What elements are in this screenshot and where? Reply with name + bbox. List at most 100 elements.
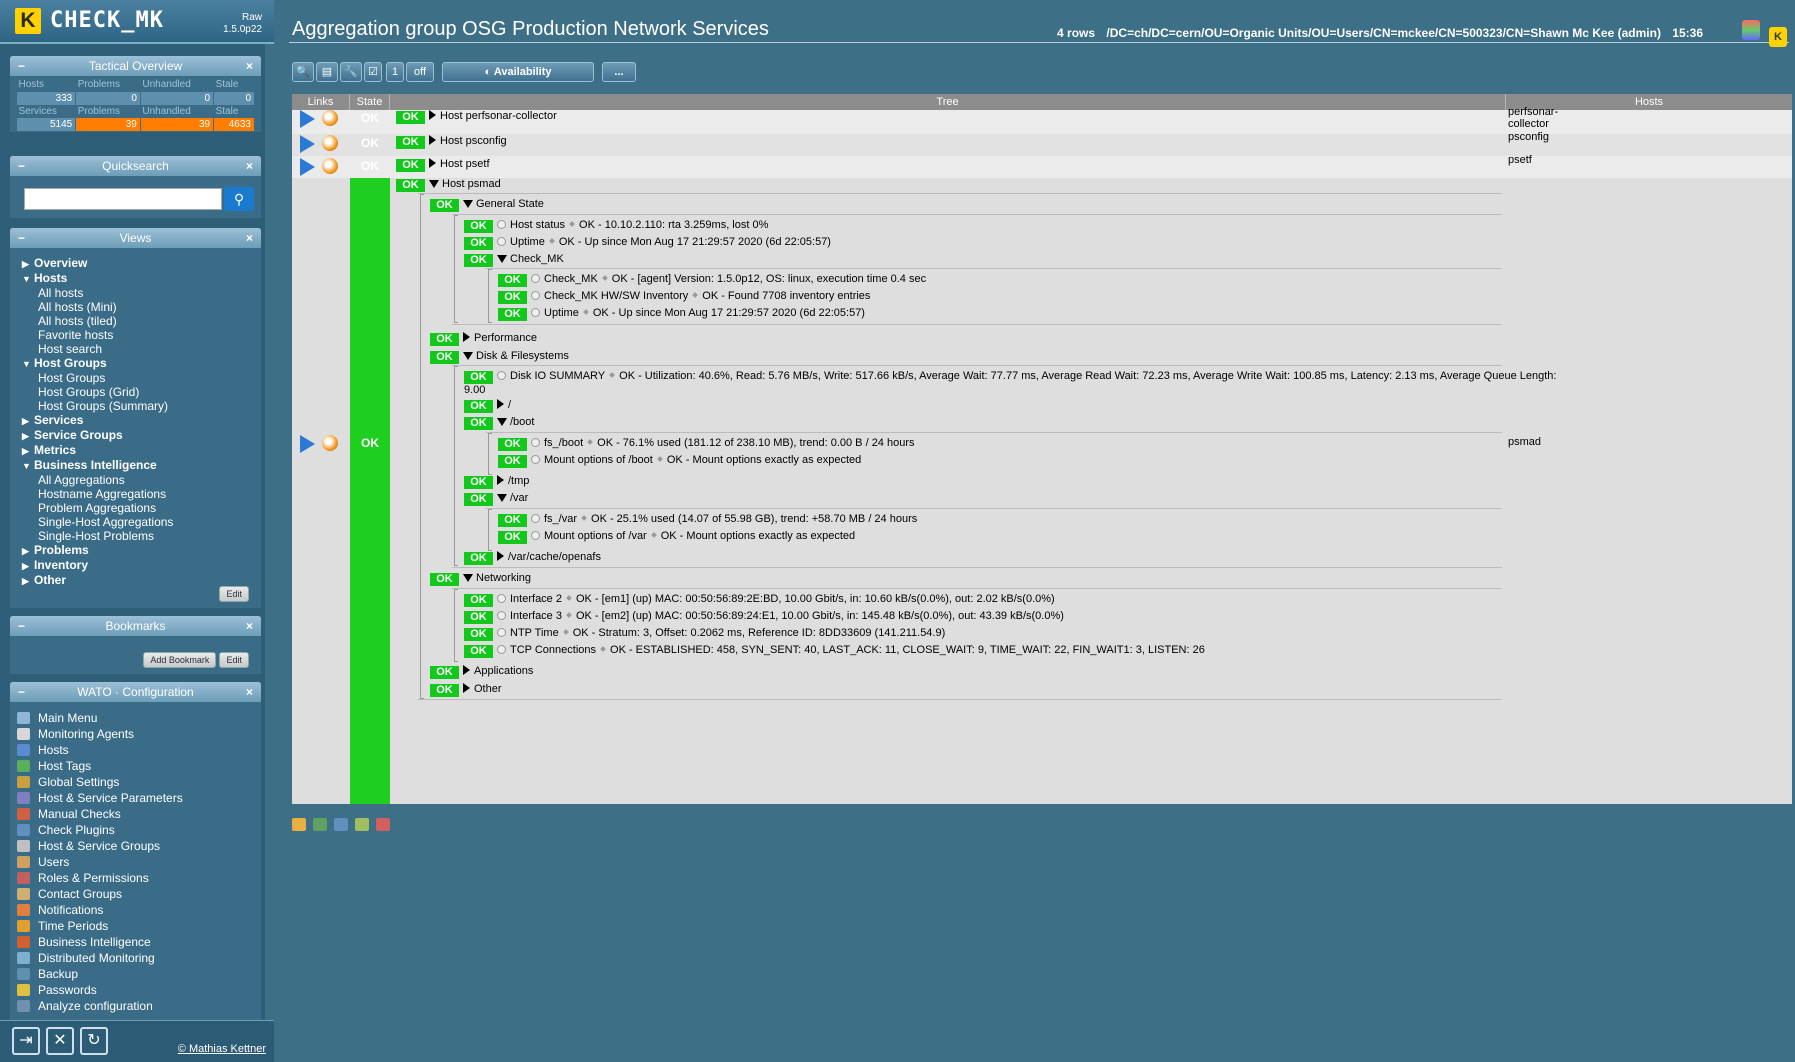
expanded-triangle-icon[interactable] [429,180,439,188]
views-item[interactable]: Single-Host Problems [22,529,249,543]
tree-leaf[interactable]: Interface 2 OK - [em1] (up) MAC: 00:50:56… [497,593,1055,605]
wato-menu-item[interactable]: Users [14,854,257,870]
tree-leaf[interactable]: Mount options of /var OK - Mount options … [531,530,855,542]
state-badge[interactable]: OK [498,291,527,304]
tree-node[interactable]: Applications [463,665,533,677]
tree-label[interactable]: Host psmad [442,178,501,190]
collapsed-triangle-icon[interactable] [497,551,504,561]
close-icon[interactable]: × [246,682,253,702]
expanded-triangle-icon[interactable] [497,255,507,263]
collapsed-triangle-icon[interactable] [429,135,436,145]
state-badge[interactable]: OK [464,645,493,658]
wato-header[interactable]: − WATO · Configuration × [10,682,261,702]
collapsed-triangle-icon[interactable]: ▶ [22,257,34,271]
wato-menu-item[interactable]: Distributed Monitoring [14,950,257,966]
tree-label[interactable]: Host psconfig [440,135,507,147]
views-group[interactable]: ▶ Metrics [22,443,249,458]
views-item[interactable]: Host Groups (Grid) [22,385,249,399]
state-badge[interactable]: OK [498,308,527,321]
wato-menu-item[interactable]: Business Intelligence [14,934,257,950]
views-group[interactable]: ▶ Inventory [22,558,249,573]
views-header[interactable]: − Views × [10,228,261,248]
collapsed-triangle-icon[interactable] [497,399,504,409]
state-badge[interactable]: OK [396,159,425,172]
wato-menu-item[interactable]: Host Tags [14,758,257,774]
state-badge[interactable]: OK [396,111,425,124]
wrench-icon[interactable]: 🔧 [340,62,362,82]
collapsed-triangle-icon[interactable]: ▶ [22,414,34,428]
collapsed-triangle-icon[interactable] [497,475,504,485]
wato-menu-item[interactable]: Roles & Permissions [14,870,257,886]
collapsed-triangle-icon[interactable]: ▶ [22,544,34,558]
tree-label[interactable]: Host psetf [440,158,490,170]
tree-label[interactable]: Networking [476,572,531,584]
col-state[interactable]: State [350,94,390,110]
state-badge[interactable]: OK [430,573,459,586]
views-item[interactable]: Host search [22,342,249,356]
views-item[interactable]: Hostname Aggregations [22,487,249,501]
tree-label[interactable]: Performance [474,332,537,344]
tree-label[interactable]: Check_MK [510,253,564,265]
tree-leaf[interactable]: fs_/boot OK - 76.1% used (181.12 of 238.1… [531,437,915,449]
tree-node[interactable]: Host psetf [429,158,490,170]
export-python-icon[interactable] [334,818,349,831]
state-badge[interactable]: OK [464,417,493,430]
sidebar-toggle-icon[interactable]: ⇥ [12,1027,40,1055]
tree-node[interactable]: /var/cache/openafs [497,551,601,563]
service-stale-count[interactable]: 4633 [213,116,255,132]
collapsed-triangle-icon[interactable]: ▶ [22,574,34,588]
state-badge[interactable]: OK [464,476,493,489]
tree-label[interactable]: / [508,399,511,411]
collapsed-triangle-icon[interactable] [463,683,470,693]
hosts-count[interactable]: 333 [15,90,77,106]
views-group[interactable]: ▼ Hosts [22,271,249,286]
wato-menu-item[interactable]: Main Menu [14,710,257,726]
expanded-triangle-icon[interactable] [463,352,473,360]
wato-menu-item[interactable]: Monitoring Agents [14,726,257,742]
tree-label[interactable]: /var [510,492,528,504]
views-item[interactable]: Problem Aggregations [22,501,249,515]
expanded-triangle-icon[interactable] [497,418,507,426]
host-unhandled-count[interactable]: 0 [139,90,215,106]
tree-node[interactable]: Host perfsonar-collector [429,110,557,122]
refresh-toggle[interactable]: off [406,62,434,82]
state-badge[interactable]: OK [464,594,493,607]
state-badge[interactable]: OK [498,455,527,468]
collapsed-triangle-icon[interactable]: ▶ [22,559,34,573]
commands-icon[interactable]: ▤ [316,62,338,82]
state-badge[interactable]: OK [498,274,527,287]
reload-icon[interactable]: ↻ [80,1027,108,1055]
tree-leaf[interactable]: Mount options of /boot OK - Mount options… [531,454,861,466]
tree-node[interactable]: /var [497,492,528,504]
views-group[interactable]: ▶ Overview [22,256,249,271]
bi-icon[interactable] [322,135,338,151]
wato-menu-item[interactable]: Global Settings [14,774,257,790]
expanded-triangle-icon[interactable]: ▼ [22,272,34,286]
minimize-icon[interactable]: − [18,682,25,702]
tree-label[interactable]: Other [474,683,502,695]
tree-leaf[interactable]: Check_MK HW/SW Inventory OK - Found 7708 … [531,290,870,302]
wato-menu-item[interactable]: Contact Groups [14,886,257,902]
col-tree[interactable]: Tree [390,94,1506,110]
minimize-icon[interactable]: − [18,56,25,76]
host-link[interactable]: perfsonar-collector [1508,106,1578,130]
views-group[interactable]: ▶ Service Groups [22,428,249,443]
state-badge[interactable]: OK [498,438,527,451]
views-item[interactable]: All hosts (tiled) [22,314,249,328]
drilldown-play-icon[interactable] [300,435,315,453]
state-badge[interactable]: OK [464,237,493,250]
export-csv-icon[interactable] [292,818,306,831]
minimize-icon[interactable]: − [18,616,25,636]
expanded-triangle-icon[interactable]: ▼ [22,357,34,371]
tree-node[interactable]: General State [463,198,544,210]
tree-label[interactable]: /var/cache/openafs [508,551,601,563]
expanded-triangle-icon[interactable] [497,494,507,502]
bi-icon[interactable] [322,435,338,451]
tree-node[interactable]: Performance [463,332,537,344]
tree-node[interactable]: Host psmad [429,178,501,190]
page-switch-icon[interactable] [1741,20,1760,40]
wato-menu-item[interactable]: Notifications [14,902,257,918]
checkmk-icon[interactable]: K [1769,27,1787,47]
state-badge[interactable]: OK [464,493,493,506]
tree-node[interactable]: Disk & Filesystems [463,350,569,362]
